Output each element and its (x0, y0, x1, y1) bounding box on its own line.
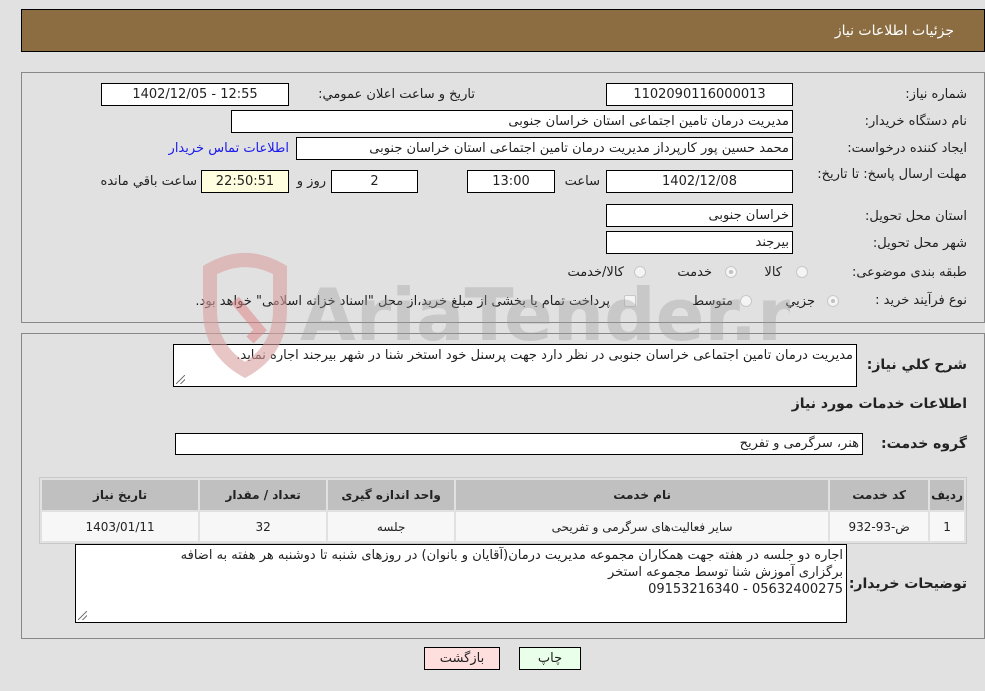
service-group-field: هنر، سرگرمی و تفریح (175, 433, 863, 455)
buyer-notes-label: توضيحات خريدار: (848, 576, 967, 592)
deadline-time-label: ساعت (564, 174, 600, 189)
deadline-label: مهلت ارسال پاسخ: تا تاريخ: (817, 167, 967, 182)
cell-service-name: سایر فعالیت‌های سرگرمی و تفریحی (456, 512, 829, 541)
category-radio-service[interactable] (725, 266, 737, 278)
buyer-notes-line: برگزاری آموزش شنا توسط مجموعه استخر (608, 565, 843, 580)
table-row: 1 ض-93-932 سایر فعالیت‌های سرگرمی و تفری… (42, 512, 964, 541)
process-option-medium: متوسط (692, 294, 733, 309)
days-label: روز و (296, 174, 326, 189)
cell-need-date: 1403/01/11 (42, 512, 199, 541)
cell-unit: جلسه (328, 512, 455, 541)
treasury-checkbox-label: پرداخت تمام يا بخشی از مبلغ خريد،از محل … (195, 294, 610, 309)
announce-datetime-field: 1402/12/05 - 12:55 (101, 83, 289, 106)
description-textarea[interactable]: مدیریت درمان تامین اجتماعی خراسان جنوبی … (173, 344, 857, 387)
province-label: استان محل تحويل: (865, 209, 967, 224)
need-number-field: 1102090116000013 (606, 83, 793, 106)
category-option-service: خدمت (677, 265, 712, 280)
service-group-label: گروه خدمت: (881, 436, 967, 452)
category-option-goods-service: کالا/خدمت (567, 265, 624, 280)
resize-grip-icon[interactable] (176, 375, 185, 384)
deadline-date-field: 1402/12/08 (606, 170, 793, 193)
announce-label: تاریخ و ساعت اعلان عمومي: (318, 87, 475, 102)
category-radio-goods-service[interactable] (634, 266, 646, 278)
buyer-notes-line: اجاره دو جلسه در هفته جهت همکاران مجموعه… (180, 548, 843, 563)
need-number-label: شماره نیاز: (905, 87, 967, 102)
services-heading: اطلاعات خدمات مورد نياز (791, 396, 967, 412)
process-option-minor: جزيي (785, 294, 815, 309)
services-table: رديف کد خدمت نام خدمت واحد اندازه گيری ت… (39, 477, 967, 544)
category-option-goods: کالا (764, 265, 782, 280)
remaining-time-label: ساعت باقي مانده (100, 174, 197, 189)
cell-service-code: ض-93-932 (830, 512, 929, 541)
category-radio-goods[interactable] (796, 266, 808, 278)
remaining-time-field: 22:50:51 (201, 170, 289, 193)
col-header-service-code: کد خدمت (830, 480, 929, 510)
description-label: شرح کلي نياز: (866, 357, 967, 373)
back-button[interactable]: بازگشت (424, 647, 500, 670)
col-header-need-date: تاريخ نياز (42, 480, 199, 510)
col-header-service-name: نام خدمت (456, 480, 829, 510)
table-header-row: رديف کد خدمت نام خدمت واحد اندازه گيری ت… (42, 480, 964, 510)
col-header-quantity: تعداد / مقدار (200, 480, 327, 510)
col-header-row-number: رديف (930, 480, 964, 510)
resize-grip-icon[interactable] (78, 611, 87, 620)
print-button[interactable]: چاپ (519, 647, 581, 670)
buyer-notes-line: 05632400275 - 09153216340 (648, 582, 843, 597)
creator-field: محمد حسین پور کارپرداز مدیریت درمان تامی… (296, 137, 793, 160)
days-remaining-field: 2 (331, 170, 418, 193)
description-text: مدیریت درمان تامین اجتماعی خراسان جنوبی … (236, 348, 853, 363)
treasury-checkbox[interactable] (624, 295, 636, 307)
process-radio-minor[interactable] (827, 295, 839, 307)
deadline-time-field: 13:00 (467, 170, 555, 193)
page-title: جزئیات اطلاعات نیاز (834, 23, 954, 39)
city-field: بیرجند (606, 231, 793, 254)
buyer-org-label: نام دستگاه خريدار: (864, 114, 967, 129)
buyer-notes-textarea[interactable]: اجاره دو جلسه در هفته جهت همکاران مجموعه… (75, 544, 847, 623)
cell-row-number: 1 (930, 512, 964, 541)
province-field: خراسان جنوبی (606, 204, 793, 227)
cell-quantity: 32 (200, 512, 327, 541)
buyer-contact-link[interactable]: اطلاعات تماس خريدار (169, 141, 289, 156)
buyer-org-field: مدیریت درمان تامین اجتماعی استان خراسان … (231, 110, 793, 133)
city-label: شهر محل تحويل: (872, 236, 967, 251)
category-label: طبقه بندی موضوعی: (851, 265, 967, 280)
process-label: نوع فرآيند خريد : (875, 293, 967, 308)
col-header-unit: واحد اندازه گيری (328, 480, 455, 510)
creator-label: ايجاد کننده درخواست: (847, 141, 967, 156)
process-radio-medium[interactable] (740, 295, 752, 307)
page-header: جزئیات اطلاعات نیاز (21, 9, 985, 52)
